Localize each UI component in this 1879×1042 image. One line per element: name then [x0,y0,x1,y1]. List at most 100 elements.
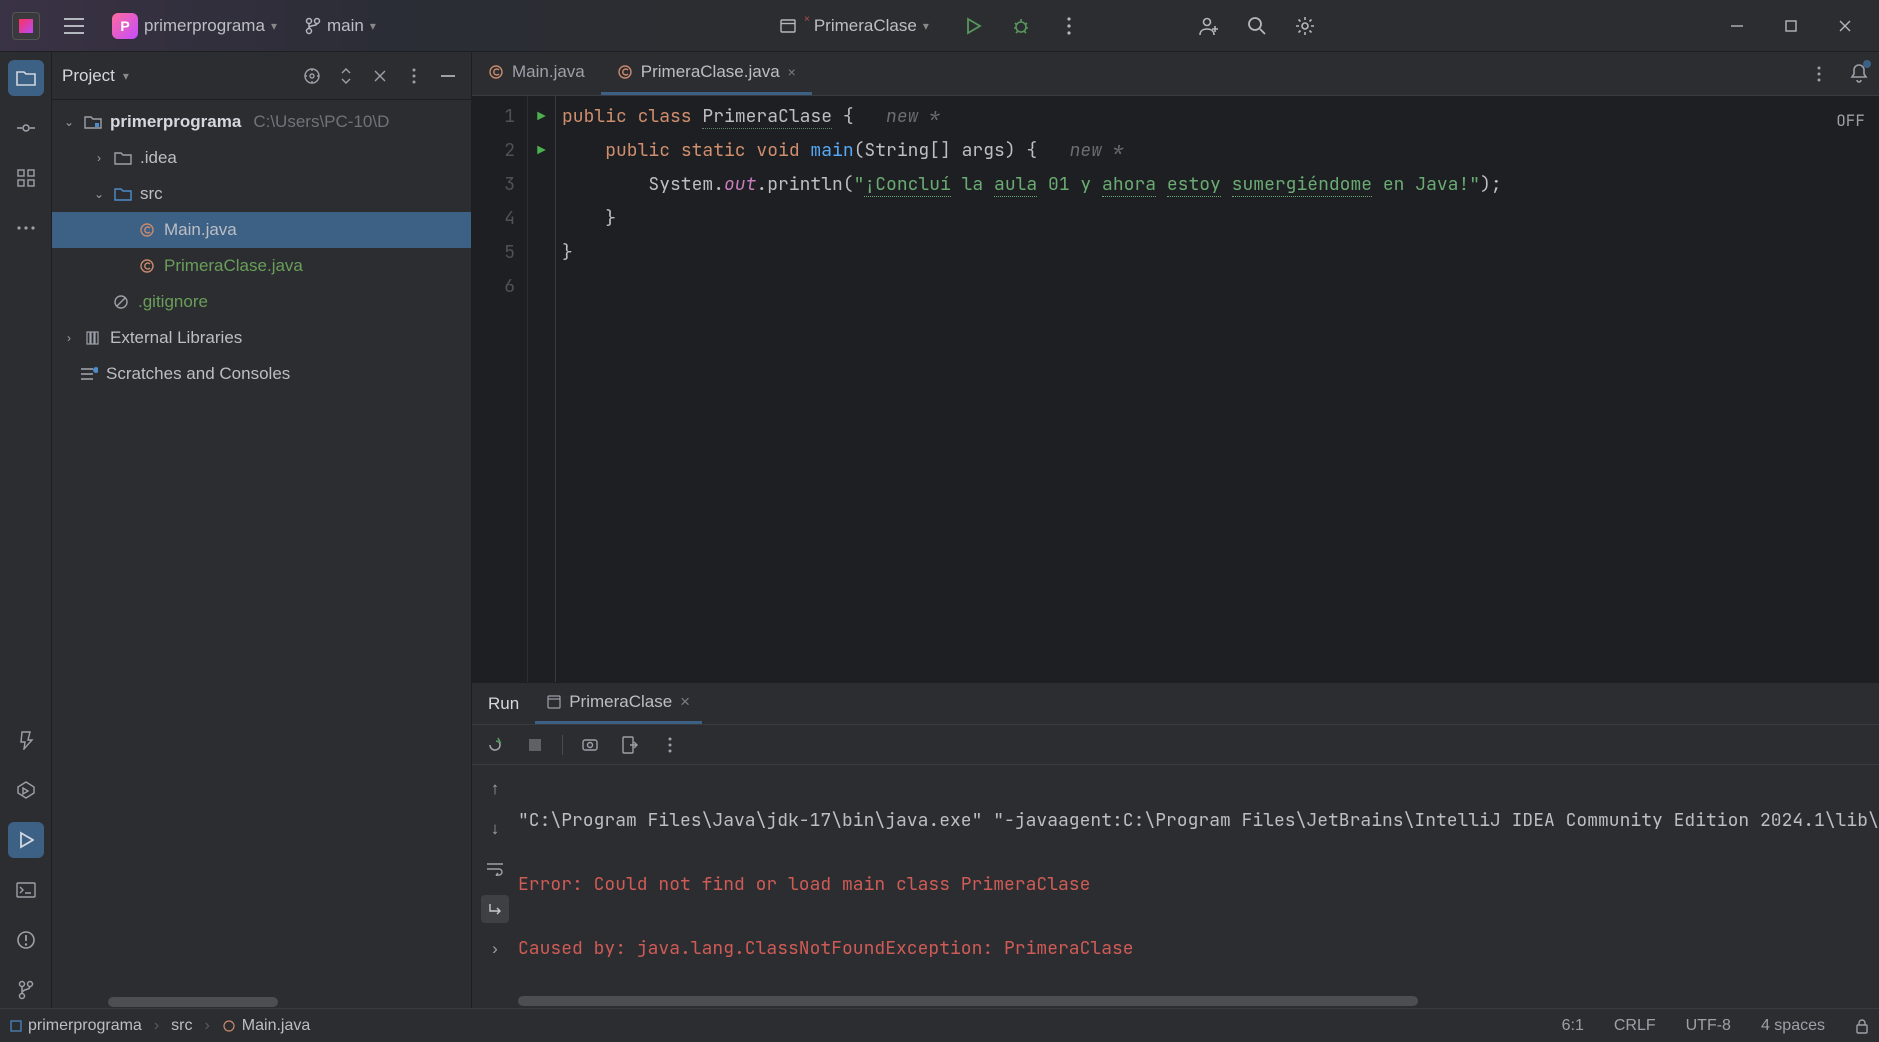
panel-options-button[interactable] [401,63,427,89]
line-separator[interactable]: CRLF [1614,1017,1656,1035]
code-with-me-button[interactable] [1191,8,1227,44]
select-opened-file-button[interactable] [299,63,325,89]
rerun-button[interactable] [482,732,508,758]
module-icon [10,1020,22,1032]
hide-panel-button[interactable] [435,63,461,89]
tree-item-label: Scratches and Consoles [106,364,290,384]
tab-main-java[interactable]: Main.java [472,52,601,95]
branch-name-label: main [327,16,364,36]
soft-wrap-button[interactable] [481,855,509,883]
chevron-down-icon[interactable]: ▾ [123,69,129,83]
editor-options-button[interactable] [1799,52,1839,95]
editor-area: Main.java PrimeraClase.java × 1 2 [472,52,1879,682]
structure-tool-button[interactable] [8,160,44,196]
commit-tool-button[interactable] [8,110,44,146]
tab-primera-java[interactable]: PrimeraClase.java × [601,52,812,95]
tree-root[interactable]: ⌄ primerprograma C:\Users\PC-10\D [52,104,471,140]
tree-scratches[interactable]: Scratches and Consoles [52,356,471,392]
more-tool-button[interactable] [8,210,44,246]
run-tab-primera[interactable]: PrimeraClase × [535,683,702,724]
scroll-up-button[interactable]: ↑ [481,775,509,803]
tree-folder-src[interactable]: ⌄ src [52,176,471,212]
tree-file-primera-java[interactable]: PrimeraClase.java [52,248,471,284]
maximize-button[interactable] [1765,6,1817,46]
run-output-wrap: ↑ ↓ › "C:\Program Files\Java\jdk-17\bin\… [472,765,1879,994]
run-line-icon[interactable]: ▶ [528,134,555,168]
run-configuration-selector[interactable]: × PrimeraClase ▾ [772,12,937,40]
search-everywhere-button[interactable] [1239,8,1275,44]
run-horizontal-scrollbar[interactable] [518,994,1879,1008]
title-bar: P primerprograma ▾ main ▾ × PrimeraClase… [0,0,1879,52]
collapse-all-button[interactable] [367,63,393,89]
debug-button[interactable] [1003,8,1039,44]
run-button[interactable] [955,8,991,44]
file-encoding[interactable]: UTF-8 [1686,1017,1731,1035]
tree-folder-idea[interactable]: › .idea [52,140,471,176]
run-toolbar [472,725,1879,765]
scroll-down-button[interactable]: ↓ [481,815,509,843]
exit-button[interactable] [617,732,643,758]
scroll-to-end-button[interactable] [481,895,509,923]
run-output[interactable]: "C:\Program Files\Java\jdk-17\bin\java.e… [518,765,1879,994]
window-controls [1711,6,1871,46]
settings-button[interactable] [1287,8,1323,44]
chevron-down-icon: ⌄ [92,187,106,201]
tree-item-label: PrimeraClase.java [164,256,303,276]
project-panel-header: Project ▾ [52,52,471,100]
run-panel: Run PrimeraClase × ↑ ↓ [472,682,1879,1008]
editor-tabs: Main.java PrimeraClase.java × [472,52,1879,96]
tree-file-gitignore[interactable]: .gitignore [52,284,471,320]
editor-body[interactable]: 1 2 3 4 5 6 ▶ ▶ public class PrimeraClas… [472,96,1879,682]
expand-side-button[interactable]: › [481,935,509,963]
breadcrumb[interactable]: primerprograma › src › Main.java [10,1017,310,1035]
java-class-icon [222,1019,236,1033]
run-tab-label: PrimeraClase [569,692,672,712]
vcs-tool-button[interactable] [8,972,44,1008]
problems-tool-button[interactable] [8,922,44,958]
services-tool-button[interactable] [8,772,44,808]
inspection-off-badge[interactable]: OFF [1836,104,1865,138]
close-tab-icon[interactable]: × [788,64,796,80]
run-more-button[interactable] [657,732,683,758]
app-menu-icon[interactable] [8,8,44,44]
dump-threads-button[interactable] [577,732,603,758]
run-config-label: PrimeraClase [814,16,917,36]
application-icon [780,18,796,34]
module-icon [84,114,102,130]
tree-external-libraries[interactable]: › External Libraries [52,320,471,356]
close-tab-icon[interactable]: × [680,692,690,712]
run-gutter: ▶ ▶ [528,96,556,682]
minimize-button[interactable] [1711,6,1763,46]
tree-file-main-java[interactable]: Main.java [52,212,471,248]
readonly-lock-icon[interactable] [1855,1018,1869,1034]
tree-item-label: Main.java [164,220,237,240]
caret-position[interactable]: 6:1 [1562,1017,1584,1035]
hamburger-icon[interactable] [56,8,92,44]
project-selector[interactable]: P primerprograma ▾ [104,9,285,43]
project-tool-button[interactable] [8,60,44,96]
code-area[interactable]: public class PrimeraClase { new * public… [556,96,1879,682]
vcs-branch-selector[interactable]: main ▾ [297,12,384,40]
project-tree[interactable]: ⌄ primerprograma C:\Users\PC-10\D › .ide… [52,100,471,996]
notifications-button[interactable] [1839,52,1879,95]
line-gutter: 1 2 3 4 5 6 [472,96,528,682]
stop-button[interactable] [522,732,548,758]
horizontal-scrollbar[interactable] [52,996,471,1008]
library-icon [84,330,102,346]
indent-setting[interactable]: 4 spaces [1761,1017,1825,1035]
build-tool-button[interactable] [8,722,44,758]
more-actions-button[interactable] [1051,8,1087,44]
breadcrumb-item: Main.java [242,1017,310,1035]
scratches-icon [80,367,98,381]
expand-collapse-button[interactable] [333,63,359,89]
terminal-tool-button[interactable] [8,872,44,908]
run-line-icon[interactable]: ▶ [528,100,555,134]
java-class-icon [488,64,504,80]
ignore-icon [112,294,130,310]
java-class-icon [617,64,633,80]
tree-item-label: External Libraries [110,328,242,348]
project-panel: Project ▾ ⌄ primerprograma C:\Users\PC-1… [52,52,472,1008]
close-button[interactable] [1819,6,1871,46]
run-tool-button[interactable] [8,822,44,858]
chevron-right-icon: › [62,331,76,345]
